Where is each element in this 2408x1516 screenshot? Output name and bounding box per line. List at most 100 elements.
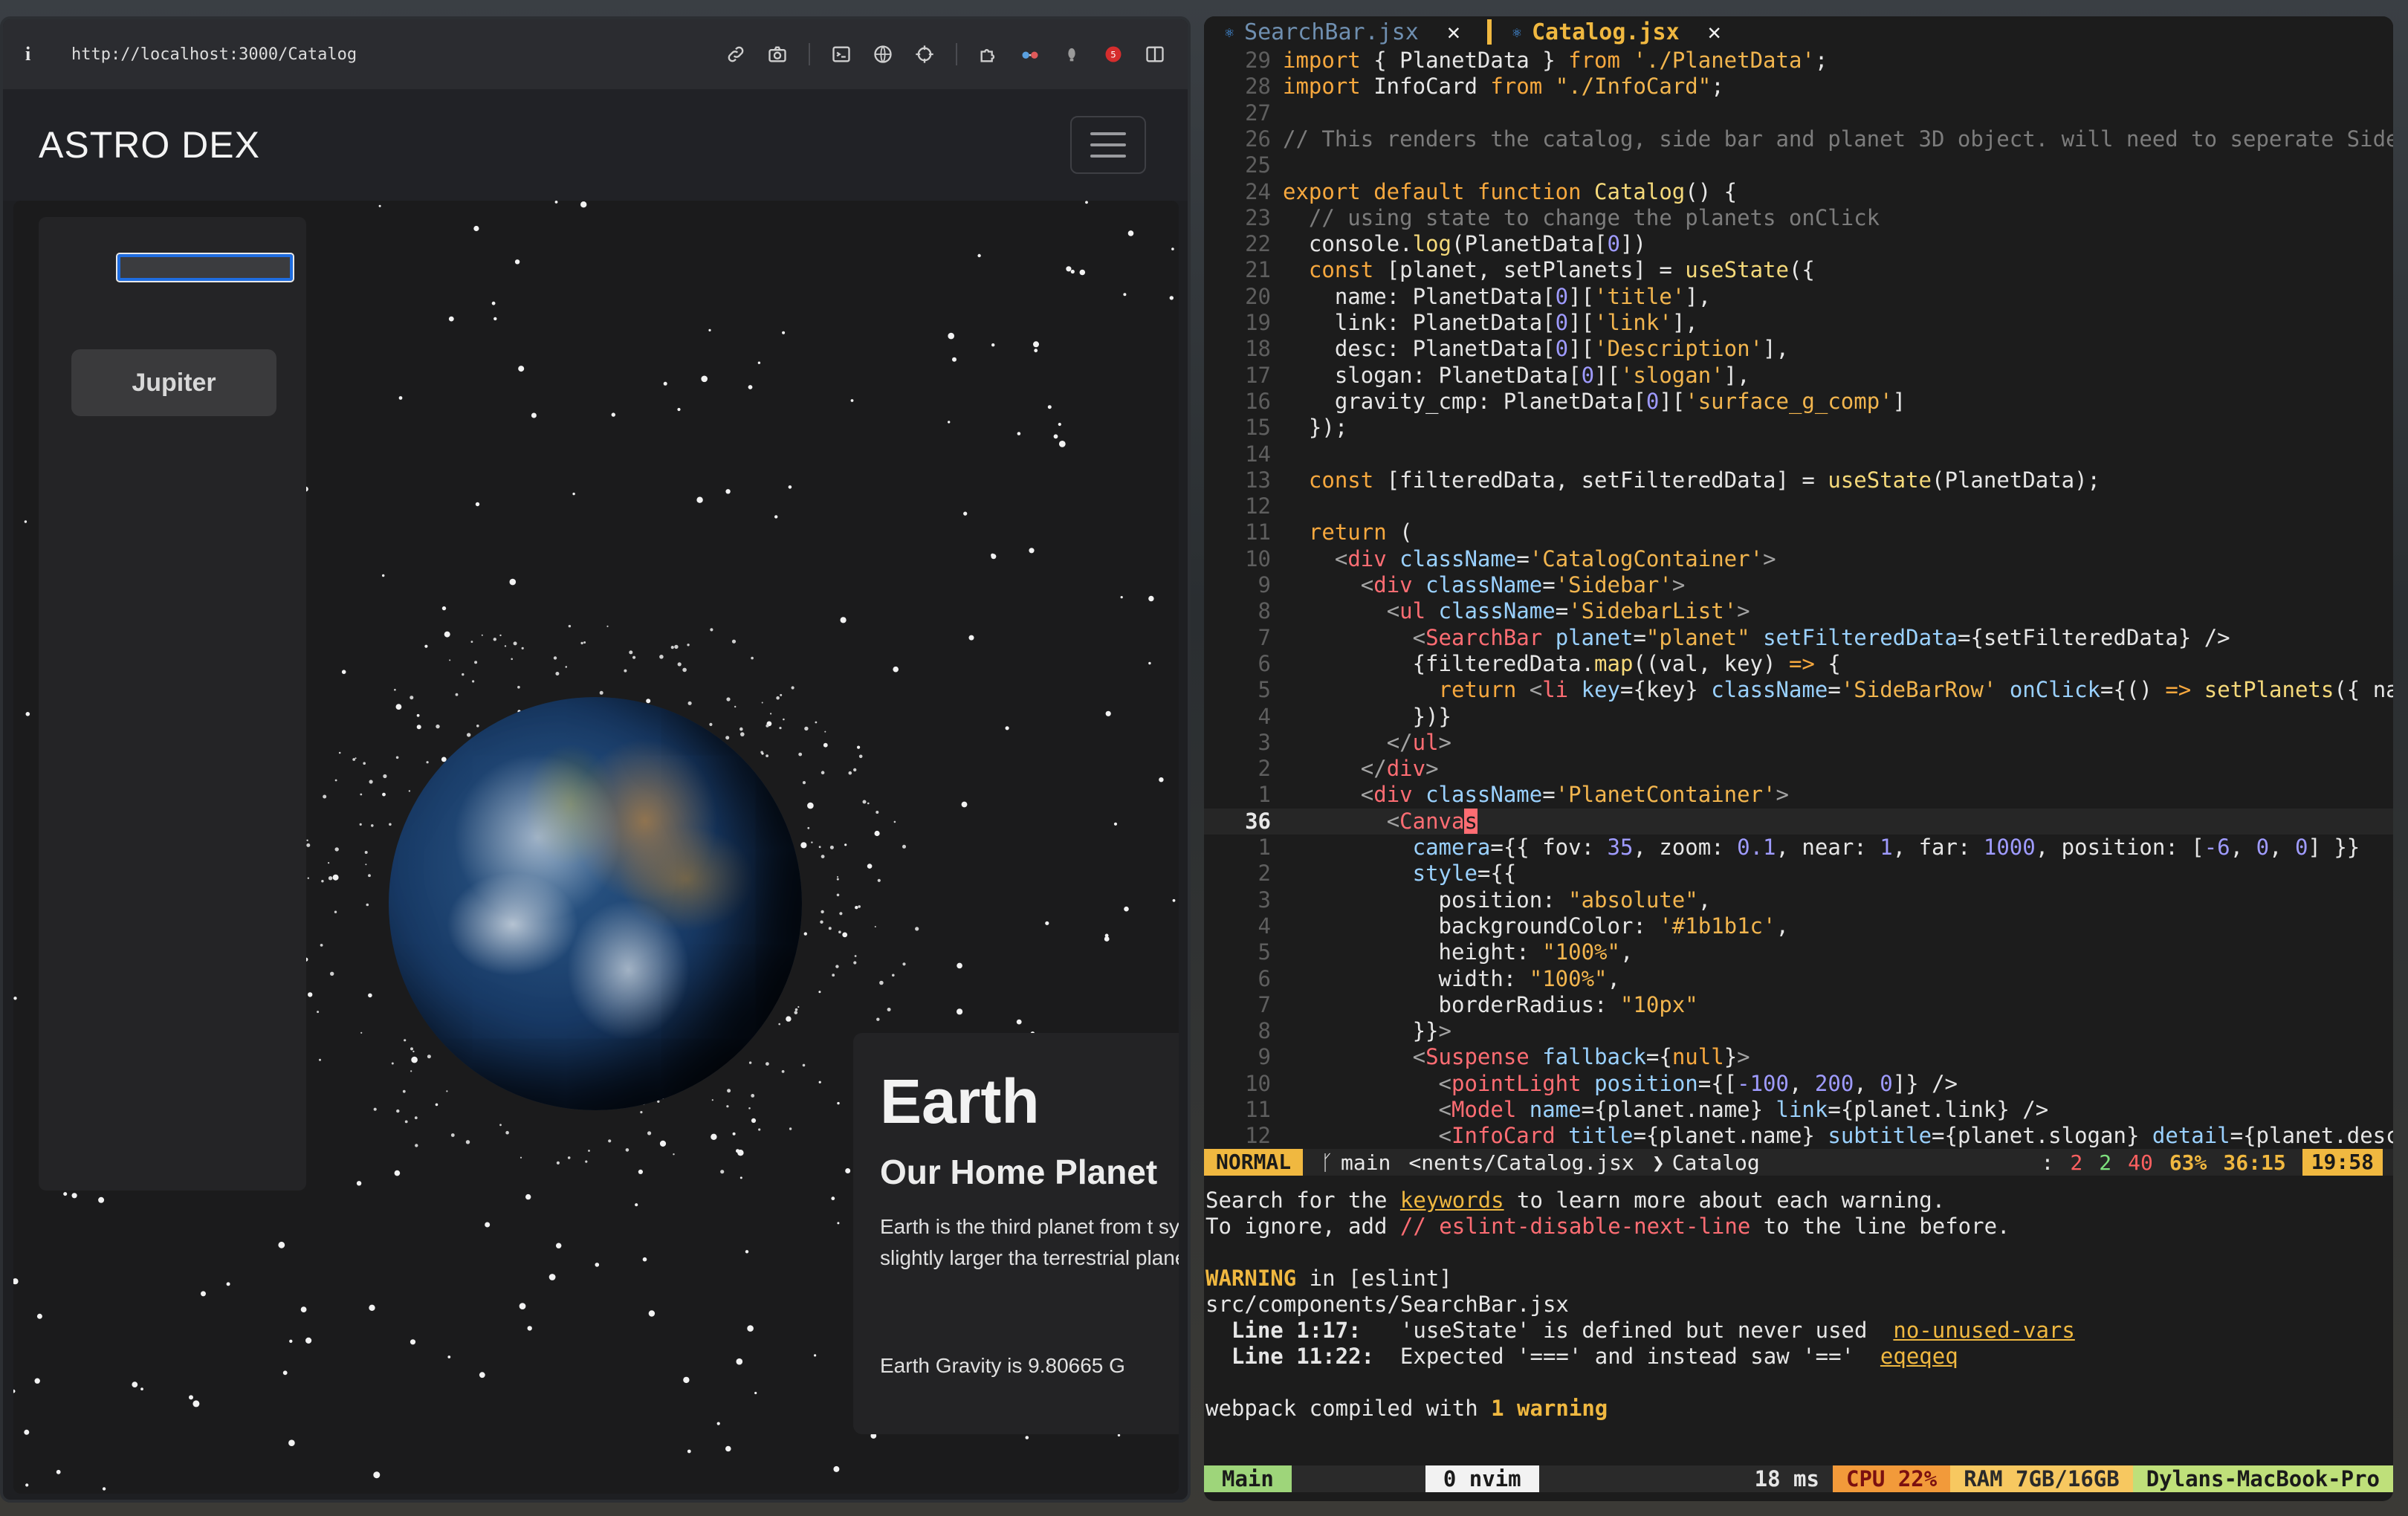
code-line[interactable]: 28 import InfoCard from "./InfoCard"; — [1204, 74, 2393, 100]
star — [395, 756, 399, 759]
tmux-window[interactable]: 0 nvim — [1425, 1465, 1539, 1492]
star — [696, 496, 703, 503]
code-line[interactable]: 19 link: PlanetData[0]['link'], — [1204, 310, 2393, 336]
code-line[interactable]: 25 — [1204, 152, 2393, 178]
record-icon[interactable]: 5 — [1103, 44, 1124, 65]
terminal-icon[interactable] — [831, 44, 852, 65]
sidebar-icon[interactable] — [1145, 44, 1165, 65]
code-line[interactable]: 1 camera={{ fov: 35, zoom: 0.1, near: 1,… — [1204, 835, 2393, 861]
code-line[interactable]: 21 const [planet, setPlanets] = useState… — [1204, 257, 2393, 283]
code-line[interactable]: 12 — [1204, 493, 2393, 519]
code-line[interactable]: 2 </div> — [1204, 756, 2393, 782]
code-line[interactable]: 23 // using state to change the planets … — [1204, 205, 2393, 231]
search-input[interactable] — [116, 253, 294, 282]
code-line[interactable]: 11 return ( — [1204, 519, 2393, 545]
terminal-output[interactable]: Search for the keywords to learn more ab… — [1204, 1188, 2393, 1462]
code-line[interactable]: 15 }); — [1204, 415, 2393, 441]
code-line[interactable]: 6 {filteredData.map((val, key) => { — [1204, 651, 2393, 677]
camera-icon[interactable] — [767, 44, 788, 65]
code-line[interactable]: 11 <Model name={planet.name} link={plane… — [1204, 1097, 2393, 1123]
star — [726, 1105, 729, 1108]
star — [788, 485, 792, 489]
code-line[interactable]: 18 desc: PlanetData[0]['Description'], — [1204, 336, 2393, 362]
code-line[interactable]: 29 import { PlanetData } from './PlanetDa… — [1204, 48, 2393, 74]
star — [879, 980, 884, 985]
star — [449, 659, 451, 661]
bulb-icon[interactable] — [1061, 44, 1082, 65]
menu-toggle-button[interactable] — [1070, 116, 1146, 174]
code-line[interactable]: 9 <div className='Sidebar'> — [1204, 572, 2393, 598]
planet-canvas[interactable]: Jupiter Earth Our Home Planet Earth is t… — [13, 201, 1179, 1494]
code-line[interactable]: 5 height: "100%", — [1204, 939, 2393, 965]
star — [761, 702, 763, 704]
code-line[interactable]: 14 — [1204, 441, 2393, 467]
code-line[interactable]: 12 <InfoCard title={planet.name} subtitl… — [1204, 1123, 2393, 1149]
code-line[interactable]: 2 style={{ — [1204, 861, 2393, 887]
rule-link[interactable]: no-unused-vars — [1893, 1318, 2074, 1343]
line-number: 20 — [1245, 283, 1271, 309]
star — [470, 641, 473, 643]
address-bar[interactable]: http://localhost:3000/Catalog — [71, 45, 357, 64]
tab-searchbar[interactable]: ⚛ SearchBar.jsx ✕ — [1204, 19, 1460, 45]
info-icon[interactable]: i — [25, 43, 55, 65]
star — [687, 1449, 691, 1454]
code-line[interactable]: 1 <div className='PlanetContainer'> — [1204, 782, 2393, 808]
rule-link[interactable]: eqeqeq — [1880, 1344, 1958, 1369]
tmux-session[interactable]: Main — [1204, 1465, 1292, 1492]
link-icon[interactable] — [725, 44, 746, 65]
code-line[interactable]: 9 <Suspense fallback={null}> — [1204, 1044, 2393, 1070]
code-line[interactable]: 10 <div className='CatalogContainer'> — [1204, 546, 2393, 572]
code-line[interactable]: 7 <SearchBar planet="planet" setFiltered… — [1204, 625, 2393, 651]
code-line[interactable]: 3 position: "absolute", — [1204, 887, 2393, 913]
globe-icon[interactable] — [873, 44, 893, 65]
code-line[interactable]: 6 width: "100%", — [1204, 966, 2393, 992]
star — [394, 1170, 401, 1176]
star — [961, 801, 968, 808]
code-line[interactable]: 17 slogan: PlanetData[0]['slogan'], — [1204, 363, 2393, 389]
star — [709, 722, 713, 727]
code-line[interactable]: 36 <Canvas — [1204, 808, 2393, 835]
earth-model[interactable] — [389, 697, 802, 1110]
code-line[interactable]: 10 <pointLight position={[-100, 200, 0]}… — [1204, 1071, 2393, 1097]
code-line[interactable]: 13 const [filteredData, setFilteredData]… — [1204, 467, 2393, 493]
code-text: style={{ — [1412, 861, 1517, 887]
star — [1029, 548, 1035, 554]
code-line[interactable]: 4 backgroundColor: '#1b1b1c', — [1204, 913, 2393, 939]
code-line[interactable]: 5 return <li key={key} className='SideBa… — [1204, 677, 2393, 703]
glasses-icon[interactable] — [1020, 44, 1040, 65]
star — [659, 1140, 667, 1147]
code-line[interactable]: 8 }}> — [1204, 1018, 2393, 1044]
code-line[interactable]: 24 export default function Catalog() { — [1204, 179, 2393, 205]
hamburger-icon-bar — [1090, 155, 1126, 158]
line-number: 15 — [1245, 415, 1271, 441]
code-line[interactable]: 20 name: PlanetData[0]['title'], — [1204, 284, 2393, 310]
star — [481, 634, 483, 636]
code-text: height: "100%", — [1283, 939, 1634, 965]
star — [415, 1144, 418, 1147]
toolbar-divider — [809, 43, 810, 65]
keywords-link[interactable]: keywords — [1400, 1188, 1504, 1213]
star — [779, 727, 782, 730]
brand-title[interactable]: ASTRO DEX — [39, 123, 260, 166]
code-line[interactable]: 7 borderRadius: "10px" — [1204, 992, 2393, 1018]
crosshair-icon[interactable] — [914, 44, 935, 65]
star — [1025, 1436, 1029, 1439]
code-line[interactable]: 3 </ul> — [1204, 730, 2393, 756]
code-line[interactable]: 27 — [1204, 100, 2393, 126]
tab-catalog[interactable]: ⚛ Catalog.jsx ✕ — [1492, 19, 1721, 45]
code-line[interactable]: 4 })} — [1204, 704, 2393, 730]
code-line[interactable]: 26 // This renders the catalog, side bar … — [1204, 126, 2393, 152]
code-line[interactable]: 22 console.log(PlanetData[0]) — [1204, 231, 2393, 257]
star — [757, 361, 761, 364]
sidebar-item-jupiter[interactable]: Jupiter — [71, 349, 276, 416]
star — [797, 1005, 800, 1008]
close-tab-icon[interactable]: ✕ — [1447, 19, 1460, 45]
code-buffer[interactable]: 29 import { PlanetData } from './PlanetDa… — [1204, 48, 2393, 1155]
star — [410, 696, 414, 700]
code-line[interactable]: 8 <ul className='SidebarList'> — [1204, 598, 2393, 624]
extension-icon[interactable] — [978, 44, 999, 65]
code-line[interactable]: 16 gravity_cmp: PlanetData[0]['surface_g… — [1204, 389, 2393, 415]
code-text: camera={{ fov: 35, zoom: 0.1, near: 1, f… — [1412, 835, 2360, 860]
code-text: <Canvas — [1386, 808, 1478, 834]
close-tab-icon[interactable]: ✕ — [1708, 19, 1721, 45]
